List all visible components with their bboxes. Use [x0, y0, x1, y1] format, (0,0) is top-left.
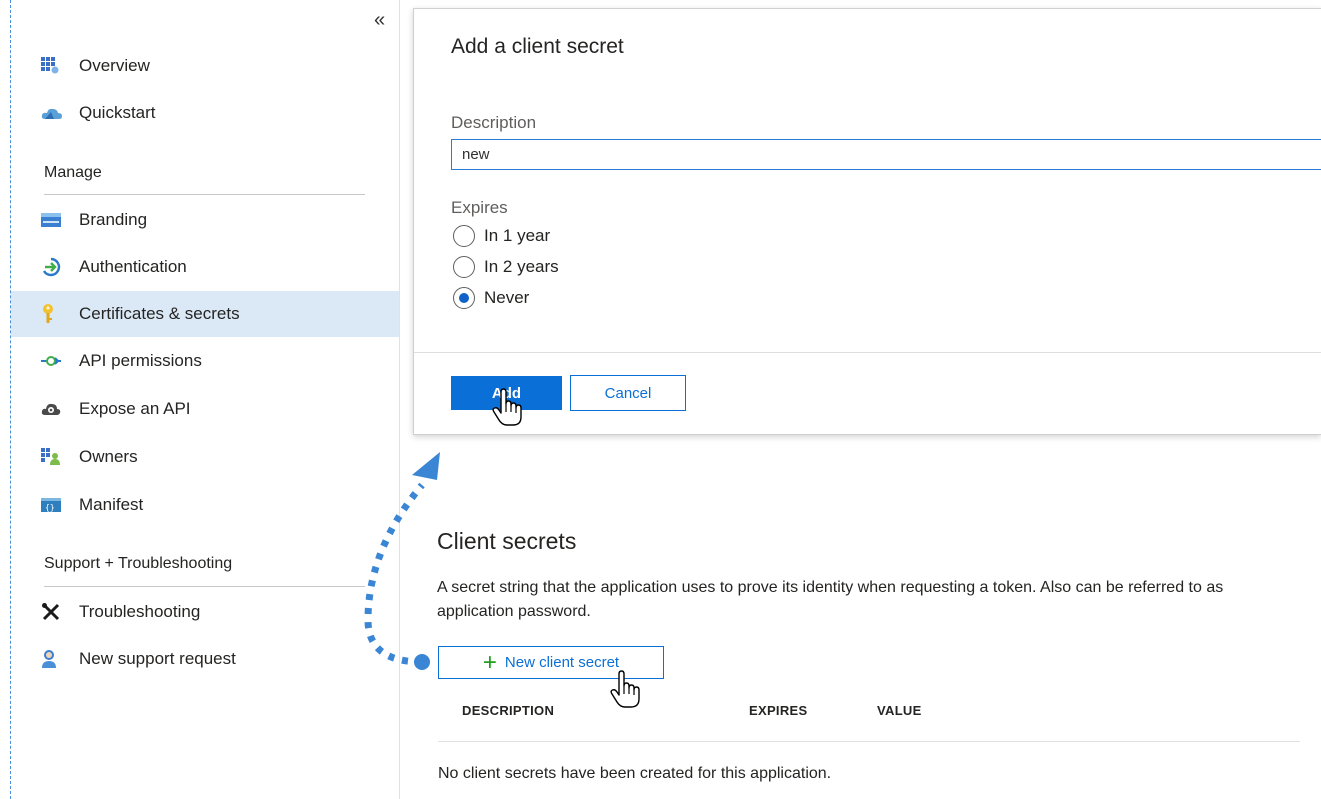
- hand-pointer-cursor-icon: [610, 670, 640, 708]
- button-label: New client secret: [504, 654, 620, 671]
- sidebar-item-label: New support request: [79, 649, 236, 668]
- collapse-sidebar-icon[interactable]: «: [374, 10, 385, 30]
- empty-state-message: No client secrets have been created for …: [438, 765, 832, 782]
- tools-icon: [41, 602, 67, 622]
- sidebar-item-label: Quickstart: [79, 103, 156, 122]
- option-label: Never: [484, 288, 530, 307]
- sidebar-item-label: API permissions: [79, 351, 202, 370]
- sidebar-item-expose-an-api[interactable]: Expose an API: [11, 386, 399, 432]
- option-label: In 2 years: [484, 257, 559, 276]
- section-heading-manage: Manage: [44, 164, 102, 181]
- radio-button-selected[interactable]: [453, 287, 475, 309]
- sidebar-item-label: Certificates & secrets: [79, 304, 240, 323]
- sidebar-item-label: Branding: [79, 210, 148, 229]
- option-label: In 1 year: [484, 226, 551, 245]
- expires-option-2-years[interactable]: In 2 years: [453, 256, 559, 278]
- table-divider: [438, 741, 1300, 742]
- column-header-expires[interactable]: EXPIRES: [749, 703, 807, 718]
- annotation-dotted-arrow: [364, 452, 440, 670]
- description-label: Description: [451, 113, 537, 132]
- divider: [414, 352, 1321, 353]
- divider: [44, 586, 365, 587]
- quickstart-cloud-icon: [41, 103, 67, 123]
- sidebar-item-label: Manifest: [79, 495, 144, 514]
- client-secrets-heading: Client secrets: [437, 528, 577, 554]
- cancel-button[interactable]: Cancel: [570, 375, 686, 411]
- sidebar-item-overview[interactable]: Overview: [11, 43, 399, 89]
- manifest-icon: {}: [41, 495, 67, 515]
- owners-icon: [41, 447, 67, 467]
- client-secrets-description: A secret string that the application use…: [437, 579, 1224, 620]
- section-heading-support: Support + Troubleshooting: [44, 555, 233, 572]
- sidebar-item-label: Owners: [79, 447, 138, 466]
- sidebar-item-quickstart[interactable]: Quickstart: [11, 90, 399, 136]
- sidebar-item-api-permissions[interactable]: API permissions: [11, 338, 399, 384]
- authentication-arrow-icon: [41, 257, 67, 277]
- hand-pointer-cursor-icon: [492, 388, 522, 426]
- expires-label: Expires: [451, 198, 508, 217]
- sidebar-item-label: Troubleshooting: [79, 602, 201, 621]
- radio-button[interactable]: [453, 256, 475, 278]
- key-icon: [41, 304, 67, 324]
- svg-text:{}: {}: [45, 503, 55, 512]
- sidebar-item-label: Overview: [79, 56, 150, 75]
- sidebar-item-certificates-secrets[interactable]: Certificates & secrets: [11, 291, 399, 337]
- column-header-value[interactable]: VALUE: [877, 703, 922, 718]
- column-header-description[interactable]: DESCRIPTION: [462, 703, 554, 718]
- add-client-secret-dialog: Add a client secret Description Expires …: [413, 8, 1321, 435]
- sidebar-item-label: Authentication: [79, 257, 187, 276]
- sidebar-item-branding[interactable]: Branding: [11, 197, 399, 243]
- dialog-title: Add a client secret: [451, 35, 624, 58]
- api-permissions-icon: [41, 351, 67, 371]
- plus-icon: +: [482, 648, 497, 676]
- radio-button[interactable]: [453, 225, 475, 247]
- expires-option-1-year[interactable]: In 1 year: [453, 225, 550, 247]
- expires-option-never[interactable]: Never: [453, 287, 529, 309]
- description-input[interactable]: [451, 139, 1321, 170]
- branding-icon: [41, 210, 67, 230]
- overview-grid-icon: [41, 56, 67, 76]
- cloud-gear-icon: [41, 399, 67, 419]
- divider: [44, 194, 365, 195]
- sidebar-item-authentication[interactable]: Authentication: [11, 244, 399, 290]
- sidebar-item-label: Expose an API: [79, 399, 191, 418]
- support-person-icon: [41, 649, 67, 669]
